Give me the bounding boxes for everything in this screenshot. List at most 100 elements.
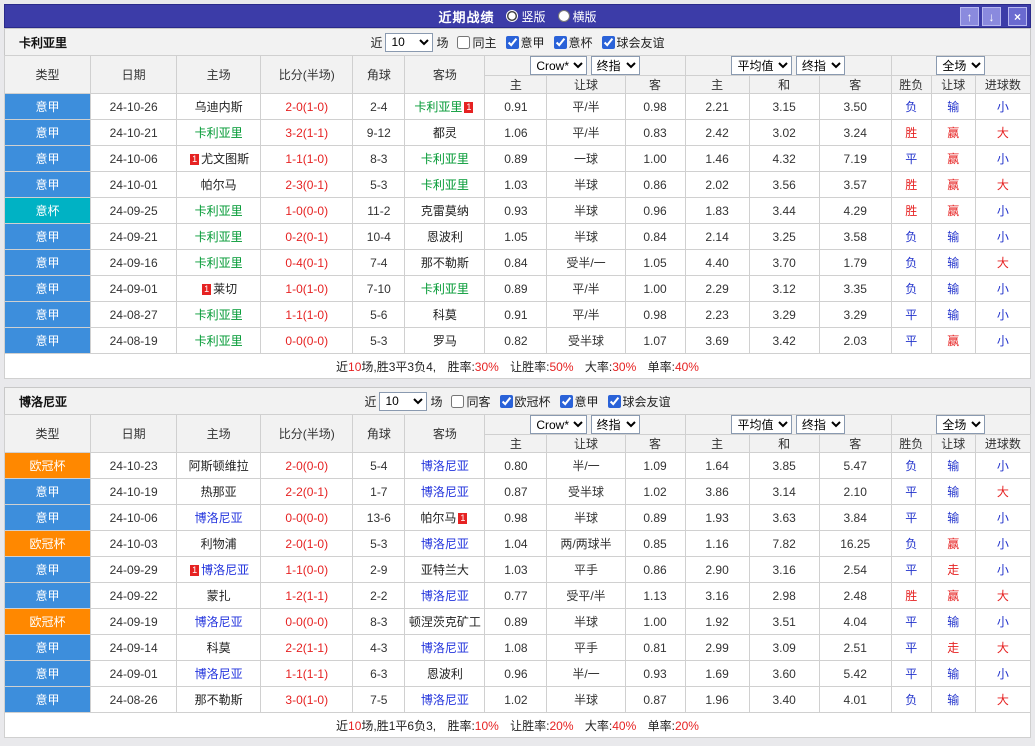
- avg-group-header: 平均值 终指: [684, 414, 892, 435]
- result-handicap: 走: [930, 556, 976, 583]
- match-row: 意杯 24-09-25 卡利亚里 1-0(0-0) 11-2 克雷莫纳 0.93 半球 0.96…: [3, 197, 1032, 224]
- away-team[interactable]: 科莫: [404, 301, 486, 328]
- horizontal-radio[interactable]: [557, 10, 570, 22]
- home-team[interactable]: 阿斯顿维拉: [176, 452, 262, 479]
- home-team[interactable]: 卡利亚里: [176, 327, 262, 354]
- bookmaker-select[interactable]: Crow*: [530, 415, 588, 434]
- scroll-up-button[interactable]: ↑: [960, 7, 979, 26]
- match-score: 1-1(1-0): [260, 301, 354, 328]
- home-team[interactable]: 那不勒斯: [176, 686, 262, 713]
- away-team[interactable]: 恩波利: [404, 660, 486, 687]
- away-team[interactable]: 卡利亚里: [404, 275, 486, 302]
- filter-club-friendly[interactable]: 球会友谊: [601, 34, 665, 51]
- subcol-avg-away: 客: [818, 434, 892, 453]
- away-team[interactable]: 卡利亚里: [404, 145, 486, 172]
- away-team[interactable]: 都灵: [404, 119, 486, 146]
- coppa-italia-checkbox[interactable]: [553, 35, 567, 49]
- home-team[interactable]: 1 莱切: [176, 275, 262, 302]
- same-away-checkbox[interactable]: [451, 394, 465, 408]
- filter-champions-league[interactable]: 欧冠杯: [499, 393, 551, 410]
- odds-stage-select[interactable]: 终指: [590, 415, 640, 434]
- view-option-horizontal[interactable]: 横版: [557, 8, 597, 25]
- home-team[interactable]: 1 博洛尼亚: [176, 556, 262, 583]
- home-team[interactable]: 乌迪内斯: [176, 93, 262, 120]
- scope-group-header: 全场: [890, 414, 1032, 435]
- filter-coppa-italia[interactable]: 意杯: [553, 34, 593, 51]
- serie-a-checkbox[interactable]: [505, 35, 519, 49]
- titlebar: 近期战绩 竖版 横版 ↑ ↓ ×: [4, 4, 1031, 28]
- home-team[interactable]: 热那亚: [176, 478, 262, 505]
- avg-source-select[interactable]: 平均值: [731, 415, 793, 434]
- handicap-line: 半球: [546, 223, 626, 250]
- match-scope-select[interactable]: 全场: [936, 56, 986, 75]
- close-button[interactable]: ×: [1008, 7, 1027, 26]
- result-goals: 小: [974, 275, 1032, 302]
- home-team[interactable]: 帕尔马: [176, 171, 262, 198]
- scroll-down-button[interactable]: ↓: [982, 7, 1001, 26]
- filter-same-away[interactable]: 同客: [451, 393, 491, 410]
- team-name-link: 博洛尼亚: [420, 589, 469, 603]
- avg-draw-odds: 4.32: [748, 145, 820, 172]
- away-team[interactable]: 博洛尼亚: [404, 530, 486, 557]
- avg-stage-select[interactable]: 终指: [795, 415, 845, 434]
- away-team[interactable]: 博洛尼亚: [404, 686, 486, 713]
- same-home-checkbox[interactable]: [457, 35, 471, 49]
- serie-a-checkbox[interactable]: [559, 394, 573, 408]
- away-team[interactable]: 卡利亚里: [404, 171, 486, 198]
- match-type-badge: 欧冠杯: [3, 452, 92, 479]
- match-type-badge: 意甲: [3, 504, 92, 531]
- match-scope-select[interactable]: 全场: [936, 415, 986, 434]
- away-team[interactable]: 帕尔马 1: [404, 504, 486, 531]
- subcol-avg-draw: 和: [748, 75, 820, 94]
- team-name-link: 博洛尼亚: [420, 693, 469, 707]
- away-team[interactable]: 博洛尼亚: [404, 582, 486, 609]
- avg-source-select[interactable]: 平均值: [731, 56, 793, 75]
- away-team[interactable]: 亚特兰大: [404, 556, 486, 583]
- odds-away: 0.87: [624, 686, 686, 713]
- away-team[interactable]: 罗马: [404, 327, 486, 354]
- away-team[interactable]: 那不勒斯: [404, 249, 486, 276]
- avg-away-odds: 3.35: [818, 275, 892, 302]
- view-option-vertical[interactable]: 竖版: [506, 8, 546, 25]
- home-team[interactable]: 卡利亚里: [176, 223, 262, 250]
- odds-away: 0.86: [624, 171, 686, 198]
- avg-away-odds: 3.84: [818, 504, 892, 531]
- match-count-select[interactable]: 10: [379, 391, 428, 411]
- home-team[interactable]: 蒙扎: [176, 582, 262, 609]
- handicap-line: 受半/一: [546, 249, 626, 276]
- home-team[interactable]: 博洛尼亚: [176, 660, 262, 687]
- odds-home: 0.77: [484, 582, 548, 609]
- home-team[interactable]: 卡利亚里: [176, 197, 262, 224]
- home-team[interactable]: 1 尤文图斯: [176, 145, 262, 172]
- home-team[interactable]: 利物浦: [176, 530, 262, 557]
- section-header: 卡利亚里 近 10 场 同主 意甲 意杯 球会友谊: [4, 28, 1031, 55]
- club-friendly-checkbox[interactable]: [607, 394, 621, 408]
- vertical-radio[interactable]: [506, 10, 519, 22]
- home-team[interactable]: 卡利亚里: [176, 119, 262, 146]
- filter-serie-a[interactable]: 意甲: [559, 393, 599, 410]
- subcol-result: 胜负: [890, 75, 932, 94]
- odds-stage-select[interactable]: 终指: [590, 56, 640, 75]
- away-team[interactable]: 卡利亚里 1: [404, 93, 486, 120]
- away-team[interactable]: 博洛尼亚: [404, 478, 486, 505]
- champions-league-checkbox[interactable]: [499, 394, 513, 408]
- home-team[interactable]: 博洛尼亚: [176, 504, 262, 531]
- avg-stage-select[interactable]: 终指: [795, 56, 845, 75]
- club-friendly-checkbox[interactable]: [601, 35, 615, 49]
- filter-same-home[interactable]: 同主: [457, 34, 497, 51]
- away-team[interactable]: 博洛尼亚: [404, 634, 486, 661]
- match-score: 3-0(1-0): [260, 686, 354, 713]
- filter-club-friendly[interactable]: 球会友谊: [607, 393, 671, 410]
- home-team[interactable]: 卡利亚里: [176, 249, 262, 276]
- match-count-select[interactable]: 10: [385, 32, 434, 52]
- away-team[interactable]: 博洛尼亚: [404, 452, 486, 479]
- home-team[interactable]: 科莫: [176, 634, 262, 661]
- away-team[interactable]: 恩波利: [404, 223, 486, 250]
- filter-serie-a[interactable]: 意甲: [505, 34, 545, 51]
- home-team[interactable]: 卡利亚里: [176, 301, 262, 328]
- handicap-line: 平/半: [546, 275, 626, 302]
- away-team[interactable]: 克雷莫纳: [404, 197, 486, 224]
- home-team[interactable]: 博洛尼亚: [176, 608, 262, 635]
- bookmaker-select[interactable]: Crow*: [530, 56, 588, 75]
- away-team[interactable]: 顿涅茨克矿工: [404, 608, 486, 635]
